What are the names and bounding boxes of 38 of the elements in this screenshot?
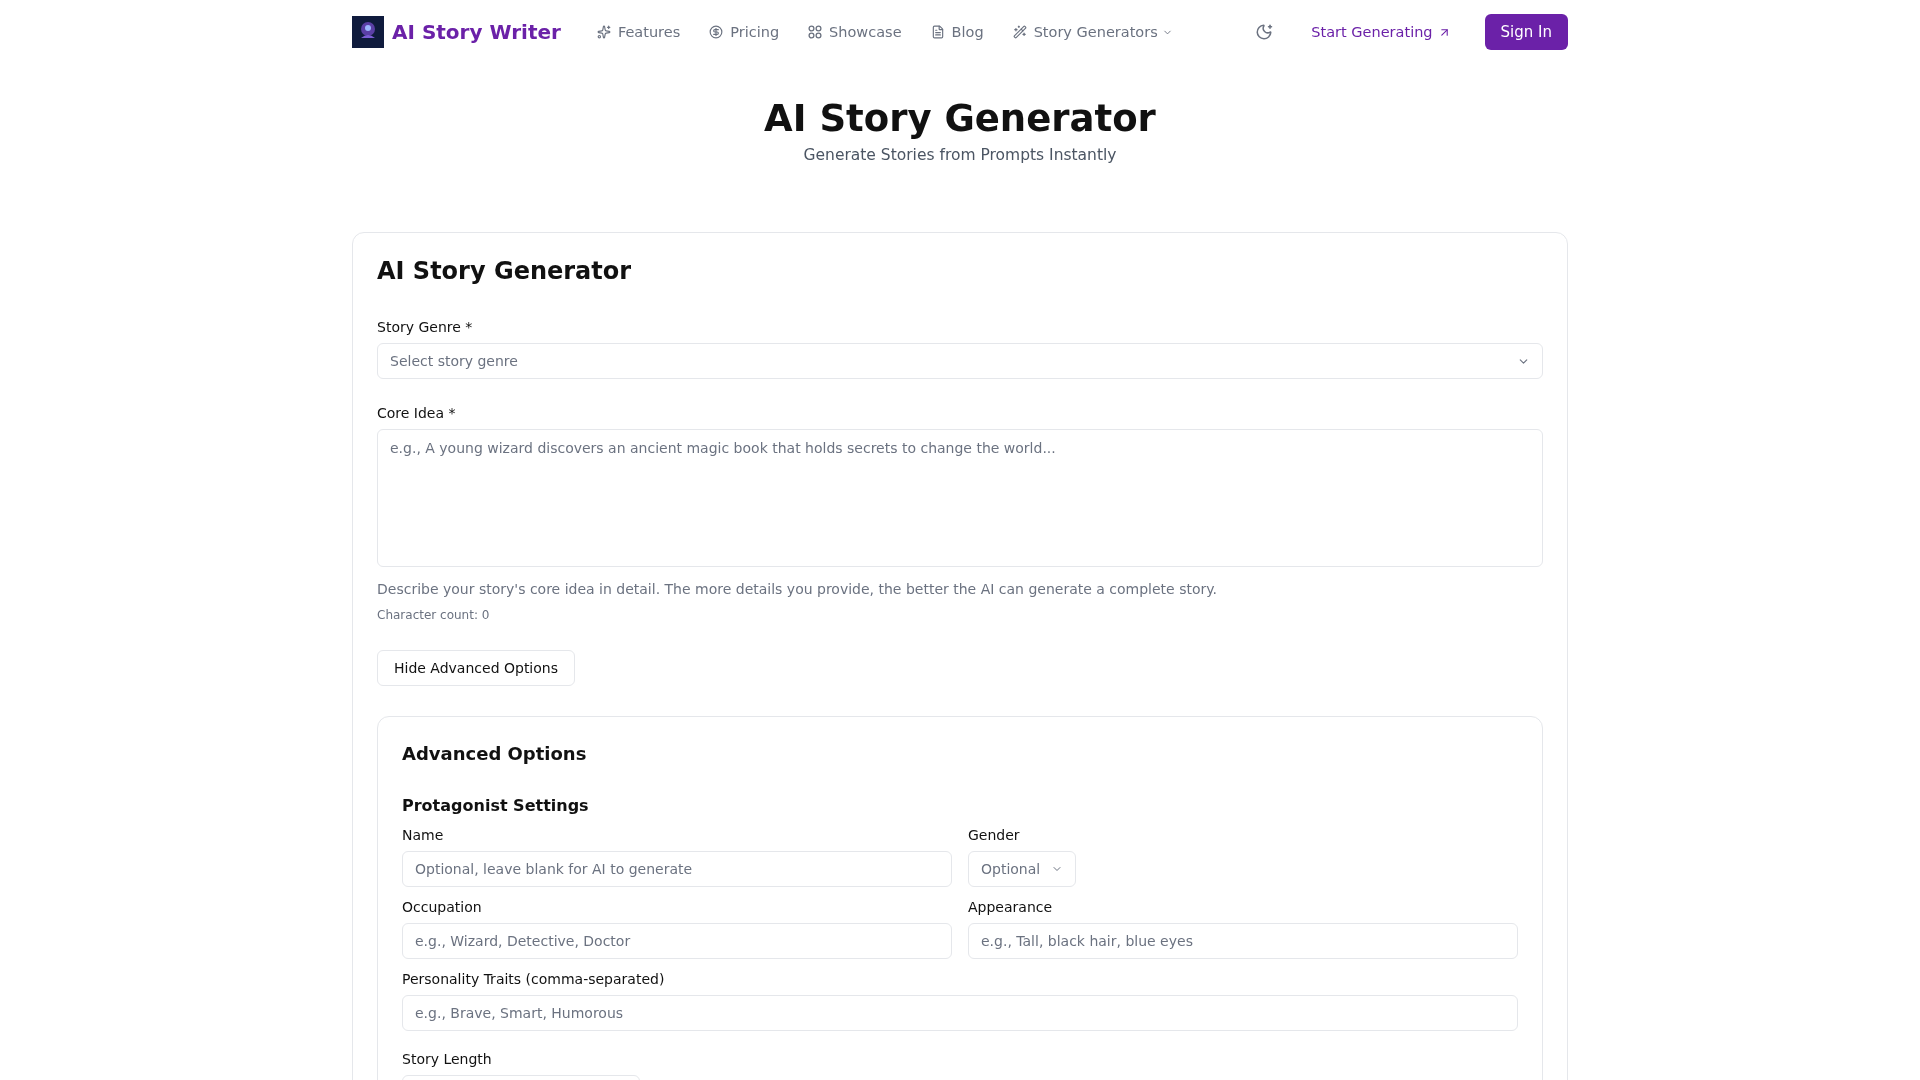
- field-label: Appearance: [968, 899, 1054, 915]
- logo-icon: [352, 16, 384, 48]
- nav-link[interactable]: Showcase: [808, 24, 902, 40]
- grid-icon: [808, 25, 823, 39]
- moon-icon[interactable]: [1255, 23, 1274, 41]
- dollar-icon: [709, 25, 724, 39]
- text-input[interactable]: Optional, leave blank for AI to generate: [402, 851, 952, 887]
- text-input[interactable]: e.g., Wizard, Detective, Doctor: [402, 923, 952, 959]
- field-label: Name: [402, 827, 445, 843]
- core-idea-textarea[interactable]: e.g., A young wizard discovers an ancient magic book that holds secrets to change the world...: [377, 429, 1543, 567]
- text-input[interactable]: e.g., Brave, Smart, Humorous: [402, 995, 1518, 1031]
- section-title: Protagonist Settings: [402, 796, 590, 815]
- document-icon: [930, 25, 945, 39]
- wand-icon: [1012, 25, 1027, 39]
- nav-link[interactable]: Features: [596, 24, 681, 40]
- nav-link[interactable]: Pricing: [709, 24, 780, 40]
- hide-advanced-button[interactable]: Hide Advanced Options: [377, 650, 575, 686]
- field-label: Occupation: [402, 899, 483, 915]
- sparkles-icon: [596, 25, 611, 39]
- card-title: AI Story Generator: [377, 257, 633, 285]
- field-label: Story Length: [402, 1051, 493, 1067]
- start-generating-link[interactable]: Start Generating: [1311, 24, 1451, 40]
- help-text: Describe your story's core idea in detail. The more details you provide, the better the AI can generate a complete story.: [377, 581, 1218, 597]
- nav-link[interactable]: Story Generators: [1012, 24, 1173, 40]
- panel-title: Advanced Options: [402, 743, 588, 764]
- brand-name[interactable]: AI Story Writer: [392, 20, 561, 44]
- genre-select[interactable]: Select story genre: [377, 343, 1543, 379]
- field-label: Gender: [968, 827, 1021, 843]
- character-count: Character count: 0: [377, 608, 491, 622]
- field-label: Personality Traits (comma-separated): [402, 971, 666, 987]
- field-label: Core Idea *: [377, 405, 457, 421]
- gender-select[interactable]: Optional: [968, 851, 1076, 887]
- text-input[interactable]: e.g., Tall, black hair, blue eyes: [968, 923, 1518, 959]
- field-label: Story Genre *: [377, 319, 474, 335]
- nav-link[interactable]: Blog: [930, 24, 984, 40]
- sign-in-button[interactable]: Sign In: [1484, 14, 1568, 50]
- page-title: AI Story Generator: [763, 97, 1157, 140]
- page-subtitle: Generate Stories from Prompts Instantly: [802, 146, 1118, 164]
